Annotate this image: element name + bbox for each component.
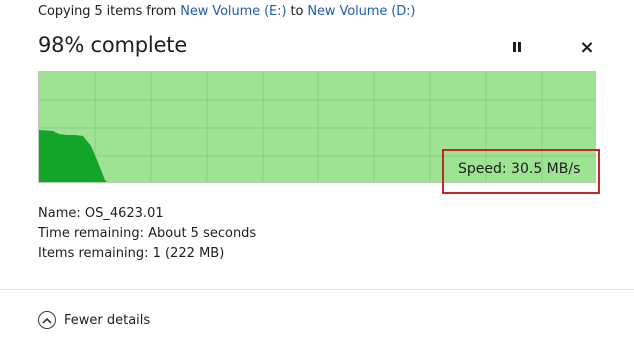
destination-link[interactable]: New Volume (D:) <box>307 4 415 19</box>
fewer-details-label: Fewer details <box>64 312 151 328</box>
items-remaining: Items remaining: 1 (222 MB) <box>38 246 225 261</box>
transfer-details: Name: OS_4623.01 Time remaining: About 5… <box>38 204 256 264</box>
fewer-details-button[interactable]: Fewer details <box>38 311 150 329</box>
copy-summary-prefix: Copying 5 items from <box>38 4 177 19</box>
pause-button[interactable] <box>506 37 528 57</box>
speed-readout: Speed: 30.5 MB/s <box>458 161 581 177</box>
footer-divider <box>0 289 634 290</box>
source-link[interactable]: New Volume (E:) <box>180 4 286 19</box>
time-remaining: Time remaining: About 5 seconds <box>38 226 257 241</box>
close-button[interactable]: × <box>576 36 598 58</box>
copy-summary: Copying 5 items from New Volume (E:) to … <box>38 4 415 19</box>
copy-summary-middle: to <box>290 4 304 19</box>
file-name: Name: OS_4623.01 <box>38 206 164 221</box>
progress-percent: 98% complete <box>38 33 188 57</box>
close-icon: × <box>579 36 595 58</box>
pause-icon <box>512 42 522 52</box>
chevron-up-icon <box>38 311 56 329</box>
